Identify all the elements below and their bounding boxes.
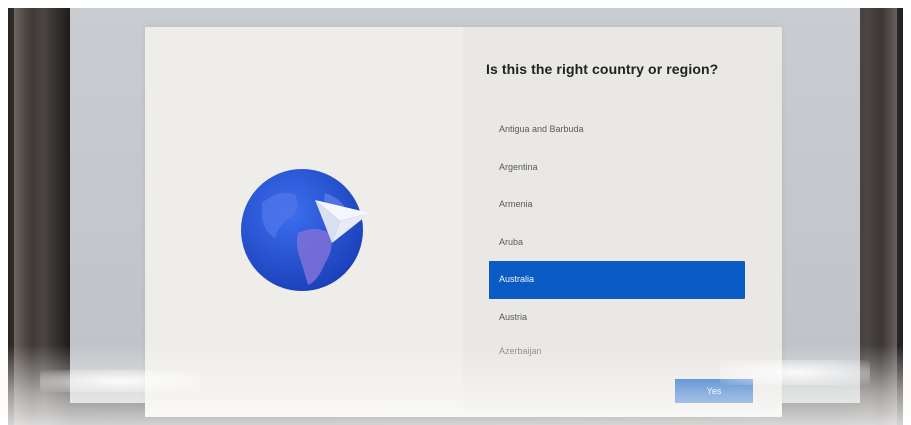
country-option[interactable]: Azerbaijan: [489, 336, 745, 366]
bezel-reflection-right: [881, 8, 897, 425]
country-option[interactable]: Austria: [489, 299, 745, 337]
illustration-area: [145, 27, 463, 417]
country-option[interactable]: Antigua and Barbuda: [489, 111, 745, 149]
country-option[interactable]: Aruba: [489, 224, 745, 262]
page-title: Is this the right country or region?: [486, 61, 719, 77]
country-option[interactable]: Argentina: [489, 149, 745, 187]
setup-panel: Is this the right country or region? Ant…: [145, 27, 782, 417]
photo-background: Is this the right country or region? Ant…: [0, 0, 911, 425]
yes-button[interactable]: Yes: [675, 379, 753, 403]
bezel-reflection-left: [14, 8, 32, 425]
country-option-selected[interactable]: Australia: [489, 261, 745, 299]
country-option[interactable]: Armenia: [489, 186, 745, 224]
country-list[interactable]: Antigua and Barbuda Argentina Armenia Ar…: [489, 111, 745, 366]
globe-paper-plane-icon: [240, 163, 375, 293]
